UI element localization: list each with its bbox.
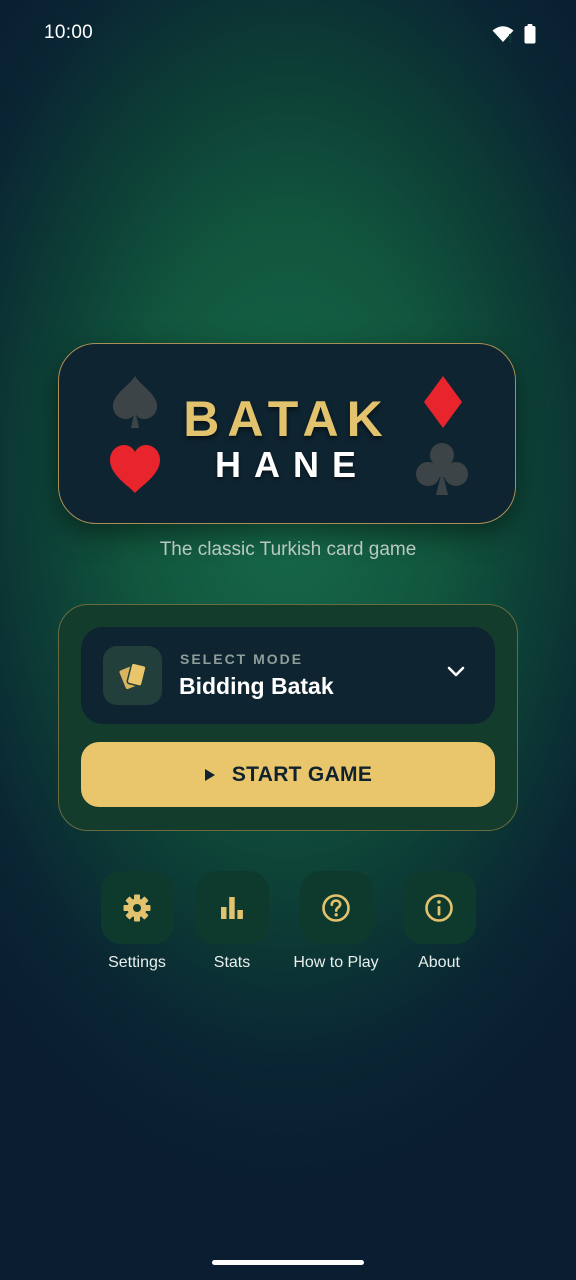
tagline: The classic Turkish card game [159, 539, 417, 560]
wifi-icon [492, 26, 514, 43]
logo-card: BATAK HANE [58, 343, 516, 524]
gear-icon [123, 894, 151, 921]
settings-button[interactable] [100, 871, 174, 944]
about-menu-item[interactable]: About [379, 871, 499, 972]
home-indicator[interactable] [212, 1260, 364, 1265]
bottom-menu: Settings Stats How to Play About [0, 871, 576, 981]
status-icons [492, 24, 536, 44]
cards-icon [103, 646, 162, 705]
status-bar: 10:00 [0, 0, 576, 68]
mode-value: Bidding Batak [179, 673, 334, 699]
stats-label: Stats [213, 954, 251, 971]
stats-button[interactable] [195, 871, 269, 944]
stats-menu-item[interactable]: Stats [172, 871, 292, 972]
mode-dropdown[interactable]: SELECT MODE Bidding Batak [81, 627, 495, 724]
battery-icon [524, 24, 536, 44]
help-icon [322, 893, 350, 922]
how-to-play-button[interactable] [299, 871, 373, 944]
chevron-down-icon [447, 666, 465, 677]
mode-panel: SELECT MODE Bidding Batak START GAME [58, 604, 518, 831]
logo-title: BATAK [183, 391, 391, 447]
play-icon [204, 768, 215, 781]
info-icon [425, 893, 453, 922]
start-game-button[interactable]: START GAME [81, 742, 495, 807]
how-to-play-label: How to Play [293, 954, 379, 971]
how-to-play-menu-item[interactable]: How to Play [276, 871, 396, 972]
logo-subtitle: HANE [214, 444, 369, 485]
about-label: About [418, 954, 460, 971]
status-time: 10:00 [44, 22, 94, 43]
start-game-label: START GAME [231, 762, 373, 786]
bar-chart-icon [221, 896, 243, 919]
mode-label: SELECT MODE [180, 651, 304, 667]
about-button[interactable] [402, 871, 476, 944]
